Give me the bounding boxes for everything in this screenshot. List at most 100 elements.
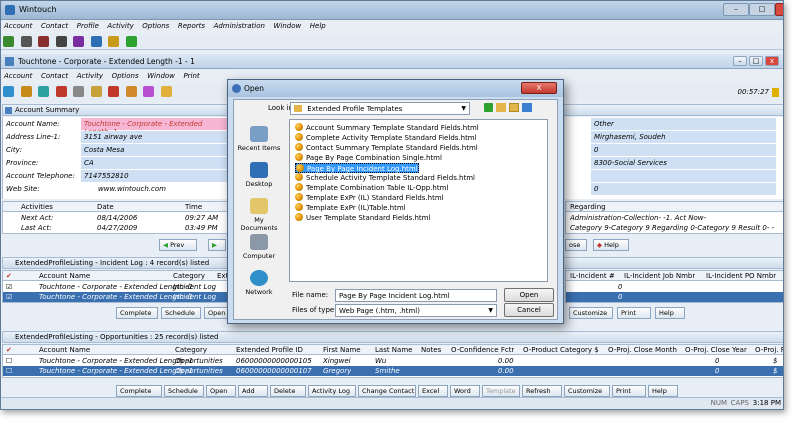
opp-row-selected[interactable]: ☐ Touchtone - Corporate - Extended Lengt… (3, 366, 783, 376)
inner-menu-options[interactable]: Options (109, 70, 142, 82)
opp-activity-log-button[interactable]: Activity Log (308, 385, 356, 397)
pause-icon[interactable] (772, 88, 779, 97)
inner-close-button[interactable]: x (765, 56, 779, 66)
col-category[interactable]: Category (173, 272, 205, 280)
incident-complete-button[interactable]: Complete (116, 307, 158, 319)
chart-icon[interactable] (90, 36, 102, 47)
col-date[interactable]: Date (97, 203, 114, 211)
incident-customize-button[interactable]: Customize (569, 307, 613, 319)
dialog-close-button[interactable]: X (521, 82, 557, 94)
next-button[interactable]: ▶ (208, 239, 226, 251)
col-category[interactable]: Category (175, 346, 207, 354)
opp-help-button[interactable]: Help (648, 385, 678, 397)
col-account-name[interactable]: Account Name (39, 272, 90, 280)
opp-open-button[interactable]: Open (206, 385, 236, 397)
opp-refresh-button[interactable]: Refresh (522, 385, 562, 397)
mail-icon[interactable] (143, 86, 155, 97)
place-desktop[interactable]: Desktop (236, 162, 282, 188)
opp-print-button[interactable]: Print (612, 385, 646, 397)
file-name-input[interactable]: Page By Page Incident Log.html (335, 289, 497, 302)
right-field-zero[interactable]: 0 (591, 183, 776, 195)
people-icon[interactable] (38, 86, 50, 97)
help-button[interactable]: ◆ Help (593, 239, 629, 251)
memo-icon[interactable] (73, 86, 85, 97)
website-value[interactable]: www.wintouch.com (95, 183, 245, 195)
opp-complete-button[interactable]: Complete (116, 385, 162, 397)
view-menu-icon[interactable] (522, 103, 532, 112)
inner-menu-activity[interactable]: Activity (74, 70, 106, 82)
close-app-button[interactable]: X (775, 3, 783, 16)
add-plus-icon[interactable] (125, 36, 137, 47)
prev-button[interactable]: ◀ Prev (159, 239, 197, 251)
incident-row-selected[interactable]: ☑ Touchtone - Corporate - Extended Lengt… (3, 292, 227, 302)
file-item[interactable]: Contact Summary Template Standard Fields… (295, 143, 478, 153)
activity-row[interactable]: Next Act: 08/14/2006 09:27 AM (3, 213, 227, 223)
right-field-owner[interactable]: Mirghasemi, Soudeh (591, 131, 776, 143)
edit-icon[interactable] (125, 86, 137, 97)
incident-help-button[interactable]: Help (655, 307, 685, 319)
col-first-name[interactable]: First Name (323, 346, 361, 354)
maximize-button[interactable]: □ (749, 3, 775, 16)
file-item[interactable]: User Template Standard Fields.html (295, 213, 430, 223)
incident-schedule-button[interactable]: Schedule (161, 307, 201, 319)
right-field-empty[interactable] (591, 170, 776, 182)
file-type-select[interactable]: Web Page (.htm, .html) ▼ (335, 304, 497, 317)
inner-menu-print[interactable]: Print (180, 70, 202, 82)
place-my-documents[interactable]: My Documents (236, 198, 282, 232)
place-network[interactable]: Network (236, 270, 282, 296)
close-button[interactable]: ose (565, 239, 587, 251)
list-icon[interactable] (20, 36, 32, 47)
opp-row[interactable]: ☐ Touchtone - Corporate - Extended Lengt… (3, 356, 783, 366)
col-product-category[interactable]: O-Product Category $ (523, 346, 599, 354)
menu-window[interactable]: Window (270, 20, 304, 32)
col-activities[interactable]: Activities (21, 203, 53, 211)
col-notes[interactable]: Notes (421, 346, 441, 354)
look-in-select[interactable]: Extended Profile Templates ▼ (290, 102, 470, 115)
regarding-row[interactable]: Category 9-Category 9 Regarding 0-Catego… (566, 223, 783, 233)
row-checkbox[interactable]: ☑ (6, 293, 12, 301)
incident-right-row-selected[interactable]: 0 (566, 292, 783, 302)
folder-open-icon[interactable] (160, 86, 172, 97)
activity-row[interactable]: Last Act: 04/27/2009 03:49 PM (3, 223, 227, 233)
col-ext[interactable]: Ext (217, 272, 227, 280)
notes-icon[interactable] (90, 86, 102, 97)
col-il-job-nmbr[interactable]: IL-Incident Job Nmbr (624, 272, 695, 280)
col-close-year[interactable]: O-Proj. Close Year (685, 346, 747, 354)
file-item[interactable]: Template ExPr (IL)Table.html (295, 203, 406, 213)
col-revenue[interactable]: O-Proj. Revenue (755, 346, 783, 354)
report-icon[interactable] (108, 36, 120, 47)
incident-print-button[interactable]: Print (617, 307, 651, 319)
file-item[interactable]: Complete Activity Template Standard Fiel… (295, 133, 477, 143)
menu-administration[interactable]: Administration (211, 20, 268, 32)
opp-schedule-button[interactable]: Schedule (164, 385, 204, 397)
col-close-month[interactable]: O-Proj. Close Month (608, 346, 677, 354)
opp-delete-button[interactable]: Delete (270, 385, 306, 397)
col-regarding[interactable]: Regarding (570, 203, 606, 211)
file-item[interactable]: Page By Page Combination Single.html (295, 153, 442, 163)
right-field-industry[interactable]: 8300-Social Services (591, 157, 776, 169)
open-button[interactable]: Open (504, 288, 554, 302)
col-account-name[interactable]: Account Name (39, 346, 90, 354)
file-item[interactable]: Schedule Activity Template Standard Fiel… (295, 173, 475, 183)
menu-reports[interactable]: Reports (175, 20, 208, 32)
opp-change-contact-button[interactable]: Change Contact (358, 385, 416, 397)
city-value[interactable]: Costa Mesa (81, 144, 231, 156)
row-checkbox[interactable]: ☐ (6, 357, 12, 365)
file-item-selected[interactable]: Page By Page Incident Log.html (295, 163, 419, 173)
inner-menu-account[interactable]: Account (1, 70, 35, 82)
menu-help[interactable]: Help (307, 20, 329, 32)
grid-icon[interactable] (55, 36, 67, 47)
menu-contact[interactable]: Contact (38, 20, 71, 32)
table-icon[interactable] (38, 36, 50, 47)
row-checkbox[interactable]: ☐ (6, 367, 12, 375)
file-item[interactable]: Template Combination Table IL-Opp.html (295, 183, 448, 193)
new-folder-icon[interactable] (509, 103, 519, 112)
col-confidence[interactable]: O-Confidence Fctr (451, 346, 514, 354)
check-icon[interactable] (73, 36, 85, 47)
menu-profile[interactable]: Profile (74, 20, 102, 32)
file-item[interactable]: Template ExPr (IL) Standard Fields.html (295, 193, 444, 203)
minimize-button[interactable]: – (723, 3, 749, 16)
back-icon[interactable] (484, 103, 493, 112)
opp-excel-button[interactable]: Excel (418, 385, 448, 397)
menu-options[interactable]: Options (139, 20, 172, 32)
